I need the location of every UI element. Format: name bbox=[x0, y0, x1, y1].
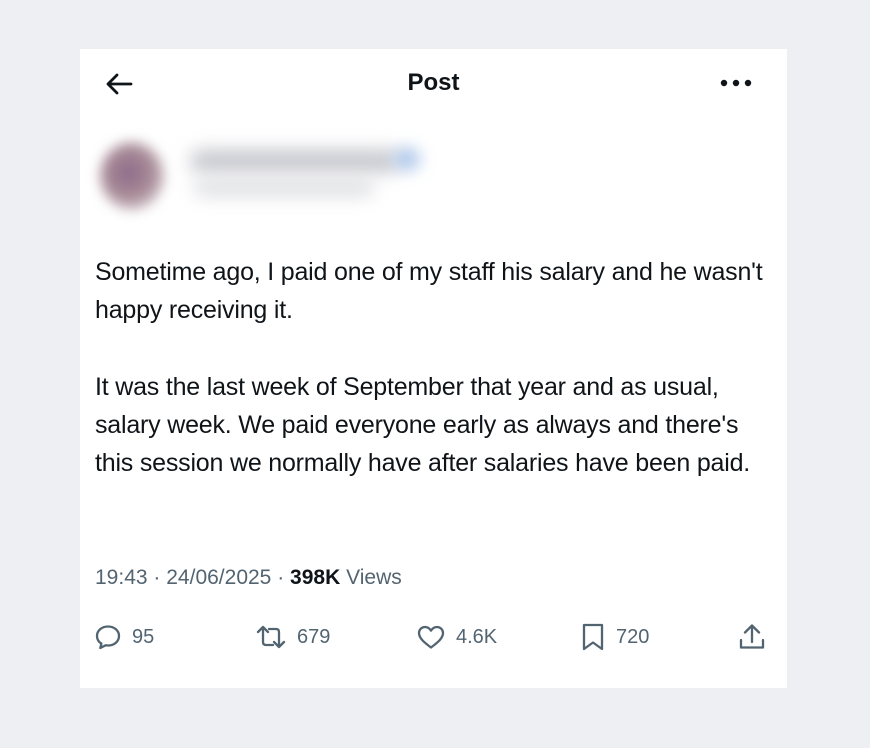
share-button[interactable] bbox=[737, 617, 767, 657]
post-time[interactable]: 19:43 bbox=[95, 566, 148, 589]
post-paragraph-1: Sometime ago, I paid one of my staff his… bbox=[95, 258, 763, 324]
like-count: 4.6K bbox=[456, 625, 498, 648]
repost-count: 679 bbox=[297, 625, 331, 648]
post-date[interactable]: 24/06/2025 bbox=[166, 566, 271, 589]
top-bar: Post bbox=[80, 49, 787, 115]
avatar[interactable] bbox=[100, 142, 164, 210]
page-title: Post bbox=[407, 69, 460, 96]
more-horizontal-icon bbox=[720, 79, 752, 87]
author-handle-blurred bbox=[194, 180, 374, 196]
post-card: Post Sometime ago, I paid one of my staf… bbox=[80, 49, 787, 688]
author-name-blurred[interactable] bbox=[190, 150, 400, 172]
post-body: Sometime ago, I paid one of my staff his… bbox=[95, 253, 775, 521]
action-bar: 95 679 4.6K 720 bbox=[80, 617, 787, 657]
repost-button[interactable]: 679 bbox=[255, 617, 330, 657]
heart-icon bbox=[417, 625, 445, 649]
meta-separator: · bbox=[153, 566, 161, 589]
more-options-button[interactable] bbox=[716, 69, 756, 97]
views-count: 398K bbox=[290, 566, 341, 589]
repost-icon bbox=[256, 625, 286, 649]
bookmark-button[interactable]: 720 bbox=[580, 617, 649, 657]
bookmark-count: 720 bbox=[616, 625, 650, 648]
views-label: Views bbox=[346, 566, 402, 589]
share-icon bbox=[739, 624, 765, 649]
like-button[interactable]: 4.6K bbox=[416, 617, 497, 657]
bookmark-icon bbox=[582, 623, 604, 651]
post-paragraph-2: It was the last week of September that y… bbox=[95, 373, 751, 477]
reply-icon bbox=[95, 625, 121, 650]
reply-button[interactable]: 95 bbox=[94, 617, 154, 657]
verified-badge-icon bbox=[394, 148, 420, 170]
reply-count: 95 bbox=[132, 625, 155, 648]
post-meta: 19:43 · 24/06/2025 · 398K Views bbox=[95, 566, 402, 590]
meta-separator: · bbox=[277, 566, 285, 589]
author-info-blurred[interactable] bbox=[94, 134, 514, 224]
